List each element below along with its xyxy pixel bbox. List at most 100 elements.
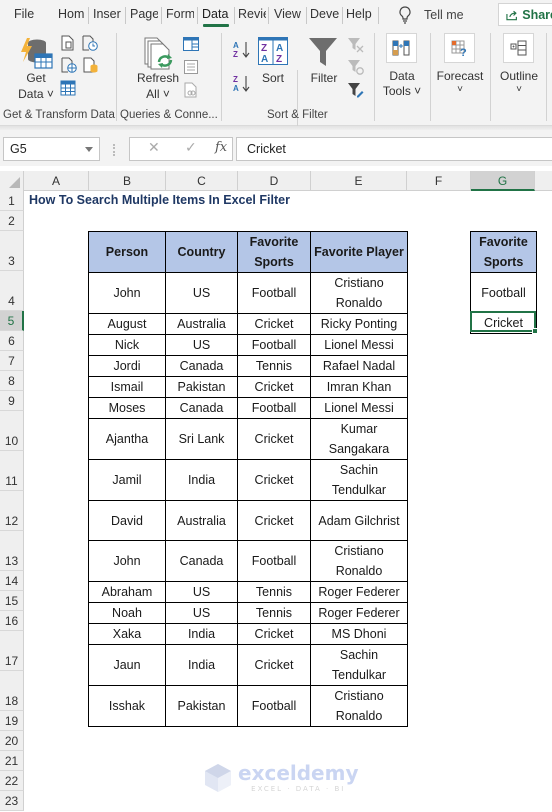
cell-favorite-player[interactable]: Ricky Ponting (310, 313, 408, 335)
row-header-15[interactable]: 15 (0, 591, 24, 611)
tab-help[interactable]: Help (346, 7, 376, 21)
cell-favorite-sports[interactable]: Football (237, 685, 311, 727)
select-all-button[interactable] (0, 171, 24, 191)
row-header-8[interactable]: 8 (0, 371, 24, 391)
row-header-7[interactable]: 7 (0, 351, 24, 371)
row-header-10[interactable]: 10 (0, 411, 24, 451)
cell-country[interactable]: Australia (165, 500, 238, 541)
forecast-dropdown-caret[interactable]: ˅ (450, 82, 470, 97)
row-header-6[interactable]: 6 (0, 331, 24, 351)
row-header-12[interactable]: 12 (0, 491, 24, 531)
cell-favorite-sports[interactable]: Cricket (237, 418, 311, 460)
sort-button[interactable]: Z A A Z (258, 37, 288, 68)
row-header-22[interactable]: 22 (0, 771, 24, 791)
tab-file[interactable]: File (14, 7, 38, 21)
cell-person[interactable]: Jordi (88, 355, 166, 377)
header-favorite-sports[interactable]: Favorite Sports (237, 231, 311, 273)
cell-favorite-player[interactable]: Cristiano Ronaldo (310, 685, 408, 727)
cell-favorite-sports[interactable]: Football (237, 397, 311, 419)
cell-favorite-player[interactable]: MS Dhoni (310, 623, 408, 645)
queries-connections-icon[interactable] (183, 37, 199, 51)
sort-z-to-a-icon[interactable]: Z A (233, 74, 251, 94)
cell-country[interactable]: Australia (165, 313, 238, 335)
cell-country[interactable]: Pakistan (165, 376, 238, 398)
cell-person[interactable]: Abraham (88, 581, 166, 603)
edit-links-icon[interactable] (184, 82, 198, 98)
cell-favorite-player[interactable]: Kumar Sangakara (310, 418, 408, 460)
column-header-f[interactable]: F (407, 171, 471, 191)
cell-favorite-player[interactable]: Lionel Messi (310, 397, 408, 419)
cell-favorite-sports[interactable]: Cricket (237, 623, 311, 645)
header-person[interactable]: Person (88, 231, 166, 273)
cell-person[interactable]: David (88, 500, 166, 541)
criteria-cell[interactable]: Football (470, 272, 537, 313)
cell-favorite-sports[interactable]: Tennis (237, 602, 311, 624)
formula-bar-resize-handle[interactable] (113, 144, 115, 156)
cell-favorite-sports[interactable]: Tennis (237, 581, 311, 603)
cell-person[interactable]: Nick (88, 334, 166, 356)
cell-person[interactable]: Ajantha (88, 418, 166, 460)
cell-person[interactable]: Jaun (88, 644, 166, 686)
cell-country[interactable]: US (165, 334, 238, 356)
cell-country[interactable]: US (165, 272, 238, 314)
column-header-a[interactable]: A (24, 171, 89, 191)
row-header-3[interactable]: 3 (0, 231, 24, 271)
cell-favorite-sports[interactable]: Football (237, 334, 311, 356)
cell-person[interactable]: Xaka (88, 623, 166, 645)
header-favorite-player[interactable]: Favorite Player (310, 231, 408, 273)
cell-favorite-player[interactable]: Roger Federer (310, 602, 408, 624)
reapply-filter-icon[interactable] (348, 59, 364, 75)
header-country[interactable]: Country (165, 231, 238, 273)
cell-favorite-player[interactable]: Lionel Messi (310, 334, 408, 356)
get-data-button[interactable] (18, 36, 54, 73)
cell-favorite-player[interactable]: Cristiano Ronaldo (310, 540, 408, 582)
properties-icon[interactable] (184, 60, 198, 74)
cell-favorite-sports[interactable]: Tennis (237, 355, 311, 377)
cell-favorite-sports[interactable]: Cricket (237, 313, 311, 335)
insert-function-icon[interactable]: fx (215, 140, 227, 155)
criteria-header[interactable]: Favorite Sports (470, 231, 537, 273)
from-table-range-icon[interactable] (60, 80, 76, 96)
name-box[interactable]: G5 (3, 137, 100, 161)
cell-favorite-player[interactable]: Cristiano Ronaldo (310, 272, 408, 314)
tab-developer[interactable]: Deve (310, 7, 340, 21)
cell-country[interactable]: US (165, 602, 238, 624)
cell-favorite-sports[interactable]: Football (237, 540, 311, 582)
criteria-cell-selected[interactable]: Cricket (470, 312, 537, 334)
cell-favorite-sports[interactable]: Cricket (237, 459, 311, 501)
sort-a-to-z-icon[interactable]: A Z (233, 40, 251, 60)
cell-country[interactable]: India (165, 623, 238, 645)
row-header-2[interactable]: 2 (0, 211, 24, 231)
cell-person[interactable]: John (88, 540, 166, 582)
cell-country[interactable]: US (165, 581, 238, 603)
name-box-dropdown-icon[interactable] (85, 147, 93, 152)
tab-page-layout[interactable]: Page (130, 7, 158, 21)
cell-favorite-player[interactable]: Sachin Tendulkar (310, 644, 408, 686)
tab-review[interactable]: Revie (238, 7, 266, 21)
cell-country[interactable]: Sri Lank (165, 418, 238, 460)
cell-person[interactable]: August (88, 313, 166, 335)
cell-favorite-player[interactable]: Roger Federer (310, 581, 408, 603)
share-button[interactable]: Share (498, 3, 552, 26)
row-header-17[interactable]: 17 (0, 631, 24, 671)
cell-favorite-sports[interactable]: Cricket (237, 376, 311, 398)
enter-icon[interactable]: ✓ (185, 140, 197, 156)
row-header-5[interactable]: 5 (0, 311, 24, 331)
cell-person[interactable]: Ismail (88, 376, 166, 398)
column-header-d[interactable]: D (238, 171, 311, 191)
cell-person[interactable]: Jamil (88, 459, 166, 501)
cell-favorite-sports[interactable]: Cricket (237, 500, 311, 541)
recent-sources-icon[interactable] (82, 35, 98, 51)
row-header-9[interactable]: 9 (0, 391, 24, 411)
advanced-filter-icon[interactable] (348, 82, 364, 98)
forecast-button[interactable]: ? (444, 33, 475, 63)
cancel-icon[interactable]: ✕ (148, 140, 160, 156)
row-header-13[interactable]: 13 (0, 531, 24, 571)
column-header-b[interactable]: B (89, 171, 166, 191)
cell-country[interactable]: India (165, 644, 238, 686)
cell-favorite-player[interactable]: Imran Khan (310, 376, 408, 398)
row-header-20[interactable]: 20 (0, 731, 24, 751)
column-header-g[interactable]: G (471, 171, 535, 191)
sheet-title[interactable]: How To Search Multiple Items In Excel Fi… (29, 193, 290, 207)
cell-country[interactable]: Canada (165, 355, 238, 377)
